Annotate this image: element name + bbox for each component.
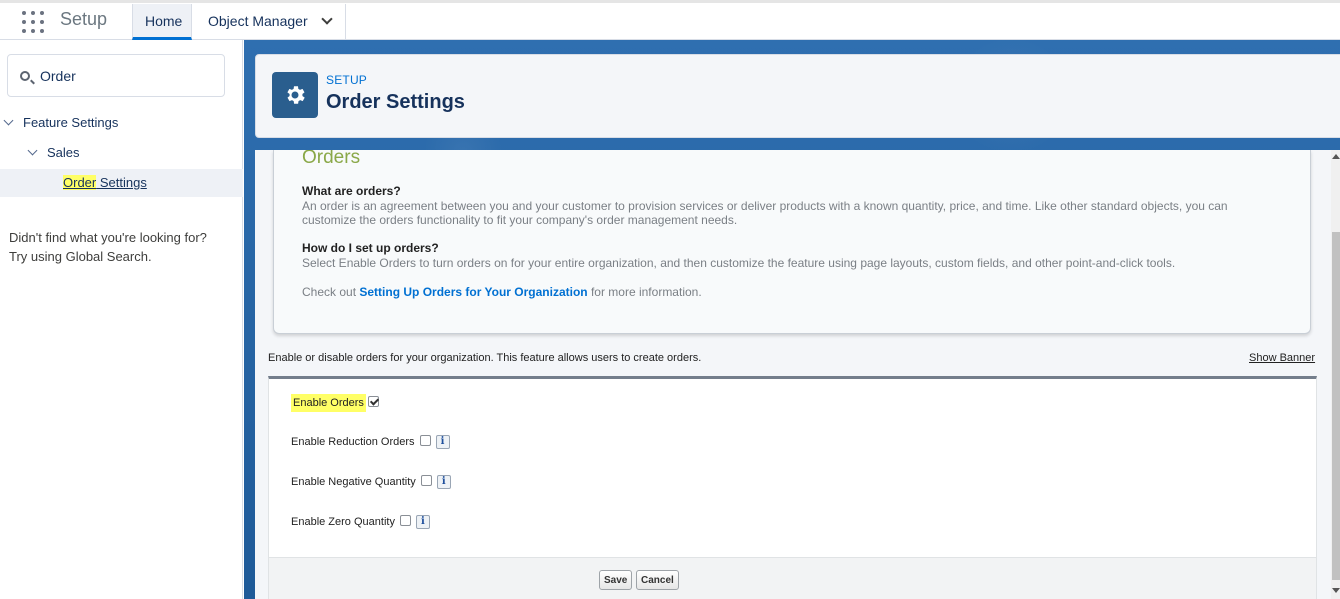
gear-icon xyxy=(287,86,305,104)
button-bar: Save Cancel xyxy=(269,557,1316,599)
setup-orders-help-link[interactable]: Setting Up Orders for Your Organization xyxy=(359,285,587,299)
global-header: Setup Home Object Manager xyxy=(0,0,1340,40)
tab-object-manager-label: Object Manager xyxy=(208,13,308,29)
app-launcher-icon[interactable] xyxy=(22,11,44,33)
settings-description: Enable or disable orders for your organi… xyxy=(268,352,702,364)
setup-sidebar: Feature Settings Sales Order Settings Di… xyxy=(0,40,243,599)
option-enable-orders: Enable Orders xyxy=(291,394,379,412)
breadcrumb-setup: SETUP xyxy=(326,73,368,87)
enable-reduction-orders-checkbox[interactable] xyxy=(419,435,431,446)
option-enable-reduction-orders: Enable Reduction Orders i xyxy=(291,435,450,449)
scroll-down-arrow-icon[interactable] xyxy=(1332,588,1340,593)
banner-title: Orders xyxy=(302,150,361,168)
banner-question-2: How do I set up orders? xyxy=(302,241,439,255)
global-search-hint: Try using Global Search. xyxy=(9,249,152,264)
banner-question-1: What are orders? xyxy=(302,184,401,198)
tree-item-order-settings[interactable]: Order Settings xyxy=(0,169,243,197)
header-icon-box xyxy=(272,72,318,118)
search-match-highlight: Order xyxy=(63,175,97,190)
cancel-button[interactable]: Cancel xyxy=(636,570,679,590)
enable-orders-checkbox[interactable] xyxy=(367,396,379,407)
tree-item-label: Feature Settings xyxy=(23,115,119,130)
search-icon xyxy=(20,71,30,81)
content-frame: Orders What are orders? An order is an a… xyxy=(255,150,1340,599)
option-enable-zero-quantity: Enable Zero Quantity i xyxy=(291,515,430,529)
tab-object-manager[interactable]: Object Manager xyxy=(196,4,346,40)
order-settings-form: Enable Orders Enable Reduction Orders i E… xyxy=(268,376,1317,599)
enable-zero-quantity-checkbox[interactable] xyxy=(399,515,411,526)
check-out-suffix: for more information. xyxy=(587,285,702,299)
tree-item-feature-settings[interactable]: Feature Settings xyxy=(0,109,243,137)
tab-home[interactable]: Home xyxy=(132,4,192,40)
chevron-down-icon[interactable] xyxy=(321,13,333,25)
save-button[interactable]: Save xyxy=(599,570,633,590)
info-icon[interactable]: i xyxy=(415,515,430,529)
scrollbar[interactable] xyxy=(1331,150,1340,599)
option-label: Enable Negative Quantity xyxy=(291,476,416,488)
app-name: Setup xyxy=(60,9,108,29)
info-icon[interactable]: i xyxy=(435,435,450,449)
banner-check-out: Check out Setting Up Orders for Your Org… xyxy=(302,285,1282,299)
main-area: SETUP Order Settings Orders What are ord… xyxy=(244,40,1340,599)
scroll-thumb[interactable] xyxy=(1332,232,1340,580)
scroll-up-arrow-icon[interactable] xyxy=(1332,154,1340,159)
option-label: Enable Orders xyxy=(291,394,366,412)
option-label: Enable Zero Quantity xyxy=(291,516,395,528)
show-banner-link[interactable]: Show Banner xyxy=(1249,352,1315,364)
enable-negative-quantity-checkbox[interactable] xyxy=(420,475,432,486)
option-label: Enable Reduction Orders xyxy=(291,436,415,448)
page-title: Order Settings xyxy=(326,91,465,113)
quick-find-input[interactable] xyxy=(40,66,210,86)
check-out-prefix: Check out xyxy=(302,285,360,299)
page-header: SETUP Order Settings xyxy=(255,54,1340,138)
banner-answer-2: Select Enable Orders to turn orders on f… xyxy=(302,256,1176,270)
tree-item-label: Settings xyxy=(96,175,147,190)
tree-item-label: Sales xyxy=(47,145,80,160)
tree-item-sales[interactable]: Sales xyxy=(0,139,243,167)
chevron-down-icon[interactable] xyxy=(27,145,38,156)
chevron-down-icon[interactable] xyxy=(3,115,14,126)
quick-find-box xyxy=(7,54,225,97)
banner-answer-1: An order is an agreement between you and… xyxy=(302,199,1228,227)
not-found-line: Didn't find what you're looking for? xyxy=(9,230,207,245)
order-settings-link[interactable]: Order Settings xyxy=(63,169,147,197)
info-icon[interactable]: i xyxy=(436,475,451,489)
orders-banner: Orders What are orders? An order is an a… xyxy=(273,150,1311,334)
not-found-message: Didn't find what you're looking for? Try… xyxy=(9,228,234,266)
option-enable-negative-quantity: Enable Negative Quantity i xyxy=(291,475,451,489)
